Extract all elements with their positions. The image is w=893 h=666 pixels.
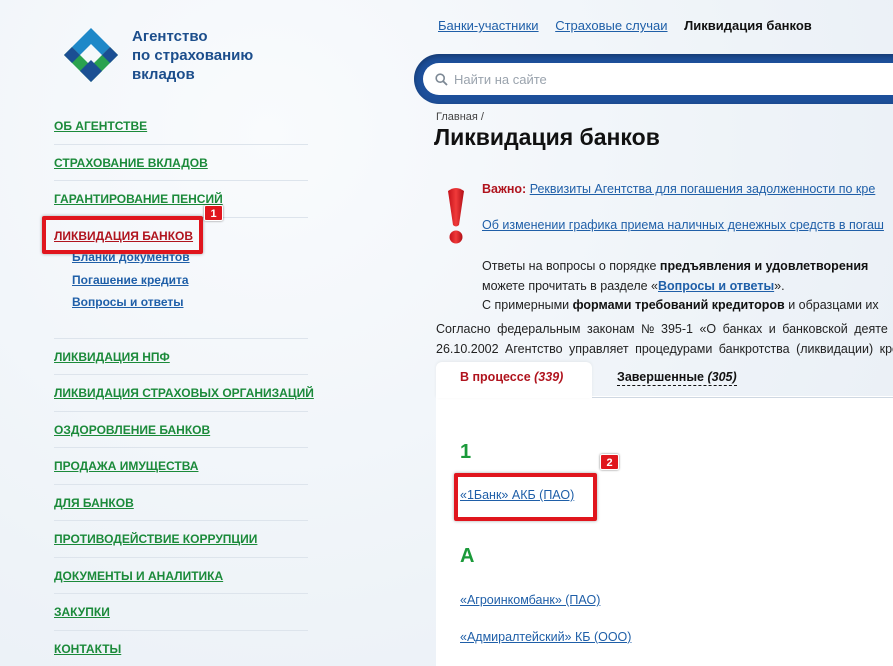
- highlight-box-1: [42, 216, 203, 254]
- site-logo[interactable]: Агентство по страхованию вкладов: [60, 26, 253, 84]
- law-line-2: 26.10.2002 Агентство управляет процедура…: [436, 341, 893, 356]
- info-line-3-bold: формами требований кредиторов: [572, 298, 785, 312]
- nav-item-pension-guarantee[interactable]: ГАРАНТИРОВАНИЕ ПЕНСИЙ: [54, 181, 308, 218]
- important-label: Важно:: [482, 182, 527, 196]
- tab-in-progress[interactable]: В процессе (339): [436, 362, 592, 398]
- info-line-2: можете прочитать в разделе «Вопросы и от…: [482, 277, 879, 297]
- nav-item-deposit-insurance[interactable]: СТРАХОВАНИЕ ВКЛАДОВ: [54, 145, 308, 181]
- nav-item-anti-corruption[interactable]: ПРОТИВОДЕЙСТВИЕ КОРРУПЦИИ: [54, 521, 308, 558]
- faq-link[interactable]: Вопросы и ответы: [658, 279, 774, 293]
- highlight-badge-2: 2: [600, 454, 619, 470]
- search-bar: [414, 54, 893, 104]
- search-box: [423, 63, 893, 95]
- toplink-member-banks[interactable]: Банки-участники: [438, 18, 539, 33]
- law-paragraph: Согласно федеральным законам № 395-1 «О …: [436, 320, 893, 359]
- nav-item-documents-analytics[interactable]: ДОКУМЕНТЫ И АНАЛИТИКА: [54, 558, 308, 594]
- bank-link-agroincombank[interactable]: «Агроинкомбанк» (ПАО): [460, 593, 600, 607]
- toplink-current-section: Ликвидация банков: [684, 18, 812, 33]
- info-line-3-end: и образцами их: [784, 298, 879, 312]
- nav-item-about[interactable]: ОБ АГЕНТСТВЕ: [54, 108, 308, 145]
- tab-completed-count: (305): [707, 370, 737, 384]
- nav-item-for-banks[interactable]: ДЛЯ БАНКОВ: [54, 485, 308, 521]
- important-notice: Важно: Реквизиты Агентства для погашения…: [482, 180, 875, 199]
- info-line-3-text: С примерными: [482, 298, 573, 312]
- cash-schedule-link[interactable]: Об изменении графика приема наличных ден…: [482, 218, 884, 232]
- highlight-box-2: [454, 473, 597, 521]
- info-line-1: Ответы на вопросы о порядке предъявления…: [482, 257, 879, 277]
- nav-item-property-sale[interactable]: ПРОДАЖА ИМУЩЕСТВА: [54, 448, 308, 485]
- toplink-insurance-cases[interactable]: Страховые случаи: [555, 18, 667, 33]
- tab-in-progress-count: (339): [534, 370, 564, 384]
- nav-item-insurer-liquidation[interactable]: ЛИКВИДАЦИЯ СТРАХОВЫХ ОРГАНИЗАЦИЙ: [54, 375, 314, 412]
- nav-item-bank-rehabilitation[interactable]: ОЗДОРОВЛЕНИЕ БАНКОВ: [54, 412, 308, 448]
- search-input[interactable]: [454, 71, 754, 87]
- logo-line-1: Агентство: [132, 27, 208, 45]
- info-line-3: С примерными формами требований кредитор…: [482, 296, 879, 316]
- top-links: Банки-участники Страховые случаи Ликвида…: [438, 18, 812, 33]
- asv-logo-icon: [64, 28, 118, 82]
- subnav-item-loan-repayment[interactable]: Погашение кредита: [72, 269, 308, 292]
- highlight-badge-1: 1: [204, 205, 223, 221]
- schedule-notice: Об изменении графика приема наличных ден…: [482, 218, 884, 232]
- nav-item-procurement[interactable]: ЗАКУПКИ: [54, 594, 308, 631]
- page-title: Ликвидация банков: [434, 124, 660, 150]
- info-line-1-bold: предъявления и удовлетворения: [659, 259, 869, 273]
- breadcrumb[interactable]: Главная /: [436, 111, 484, 123]
- bank-link-admiralteysky[interactable]: «Адмиралтейский» КБ (ООО): [460, 630, 631, 644]
- logo-line-2: по страхованию: [132, 46, 254, 64]
- left-navigation: ОБ АГЕНТСТВЕ СТРАХОВАНИЕ ВКЛАДОВ ГАРАНТИ…: [54, 108, 314, 666]
- info-line-2-text: можете прочитать в разделе «: [482, 278, 659, 293]
- tab-completed[interactable]: Завершенные (305): [617, 370, 737, 386]
- logo-line-3: вкладов: [132, 65, 195, 83]
- search-icon: [435, 72, 448, 86]
- letter-group-heading: А: [460, 545, 475, 567]
- nav-item-npf-liquidation[interactable]: ЛИКВИДАЦИЯ НПФ: [54, 339, 308, 375]
- liquidation-tabs: В процессе (339) Завершенные (305): [436, 362, 893, 398]
- tab-completed-label: Завершенные: [617, 370, 708, 384]
- tab-in-progress-label: В процессе: [460, 370, 535, 384]
- bank-liquidation-subnav: Бланки документов Погашение кредита Вопр…: [54, 246, 308, 339]
- logo-text: Агентство по страхованию вкладов: [132, 27, 253, 84]
- info-paragraph: Ответы на вопросы о порядке предъявления…: [482, 257, 879, 316]
- subnav-item-faq[interactable]: Вопросы и ответы: [72, 291, 308, 314]
- exclamation-icon: [448, 188, 464, 244]
- law-line-1: Согласно федеральным законам № 395-1 «О …: [436, 322, 888, 336]
- banks-list-panel: [436, 396, 893, 666]
- letter-group-heading: 1: [460, 441, 472, 463]
- info-line-1-text: Ответы на вопросы о порядке: [482, 259, 660, 273]
- nav-item-contacts[interactable]: КОНТАКТЫ: [54, 631, 308, 666]
- tab-divider: [592, 397, 893, 398]
- info-line-2-end: ».: [774, 278, 785, 293]
- agency-requisites-link[interactable]: Реквизиты Агентства для погашения задолж…: [530, 182, 876, 196]
